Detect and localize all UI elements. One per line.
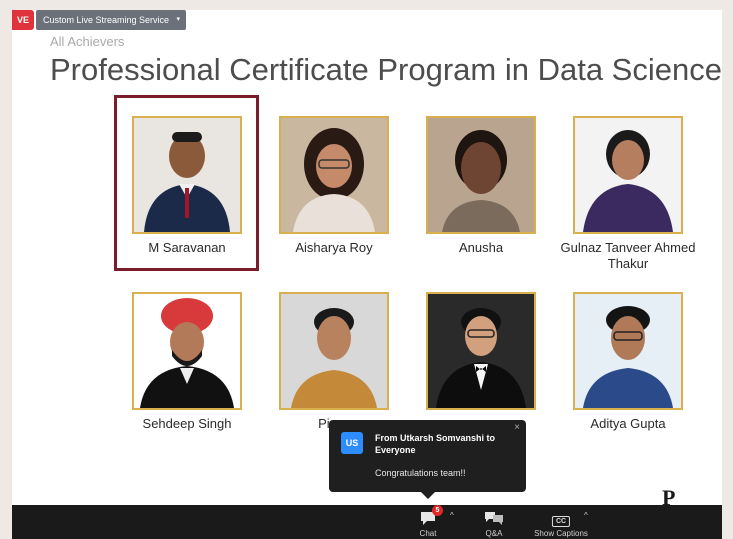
achiever-photo: [573, 116, 683, 234]
achiever-card: Aisharya Roy: [254, 116, 414, 256]
show-captions-label: Show Captions: [534, 529, 588, 538]
achiever-name: Sehdeep Singh: [142, 416, 232, 431]
avatar: US: [341, 432, 363, 454]
achiever-card: [401, 292, 561, 410]
achiever-name: Aisharya Roy: [295, 240, 373, 255]
popup-tail: [421, 492, 435, 499]
live-badge: VE: [12, 10, 34, 30]
achiever-card: M Saravanan: [107, 116, 267, 256]
achiever-card: Aditya Gupta: [548, 292, 708, 432]
achiever-photo: [132, 116, 242, 234]
slide-title: Professional Certificate Program in Data…: [50, 52, 722, 87]
achiever-photo: [279, 292, 389, 410]
achiever-photo: [426, 116, 536, 234]
achiever-photo: [573, 292, 683, 410]
achiever-card: Gulnaz Tanveer Ahmed Thakur: [548, 116, 708, 272]
captions-options-caret[interactable]: ^: [584, 511, 588, 520]
streaming-service-dropdown[interactable]: Custom Live Streaming Service ▾: [36, 10, 186, 30]
chat-options-caret[interactable]: ^: [450, 511, 454, 520]
chat-button[interactable]: 5 Chat: [408, 505, 448, 539]
meeting-toolbar: 5 Chat ^ Q&A CC Show Captions ^: [12, 505, 722, 539]
close-icon[interactable]: ×: [514, 422, 520, 433]
chat-notification-popup[interactable]: US From Utkarsh Somvanshi to Everyone Co…: [329, 420, 526, 499]
achiever-name: Gulnaz Tanveer Ahmed Thakur: [560, 240, 696, 271]
qa-label: Q&A: [485, 529, 503, 538]
purdue-logo: P: [662, 485, 675, 505]
achiever-name: Anusha: [458, 240, 504, 255]
achiever-card: Anusha: [401, 116, 561, 256]
achiever-photo: [426, 292, 536, 410]
slide-subtitle: All Achievers: [50, 34, 125, 49]
streaming-service-label: Custom Live Streaming Service: [43, 15, 170, 25]
achiever-card: Sehdeep Singh: [107, 292, 267, 432]
qa-button[interactable]: Q&A: [474, 505, 514, 539]
chat-message: Congratulations team!!: [375, 468, 466, 478]
achiever-name: M Saravanan: [148, 240, 226, 255]
chat-label: Chat: [419, 529, 437, 538]
closed-captions-icon: CC: [551, 510, 571, 528]
achiever-photo: [279, 116, 389, 234]
chat-unread-badge: 5: [432, 505, 443, 516]
qa-icon: [484, 510, 504, 531]
chat-sender: From Utkarsh Somvanshi to Everyone: [375, 433, 496, 455]
chevron-down-icon: ▾: [176, 16, 180, 23]
cc-text: CC: [551, 516, 571, 527]
achiever-name: Aditya Gupta: [590, 416, 666, 431]
achiever-photo: [132, 292, 242, 410]
